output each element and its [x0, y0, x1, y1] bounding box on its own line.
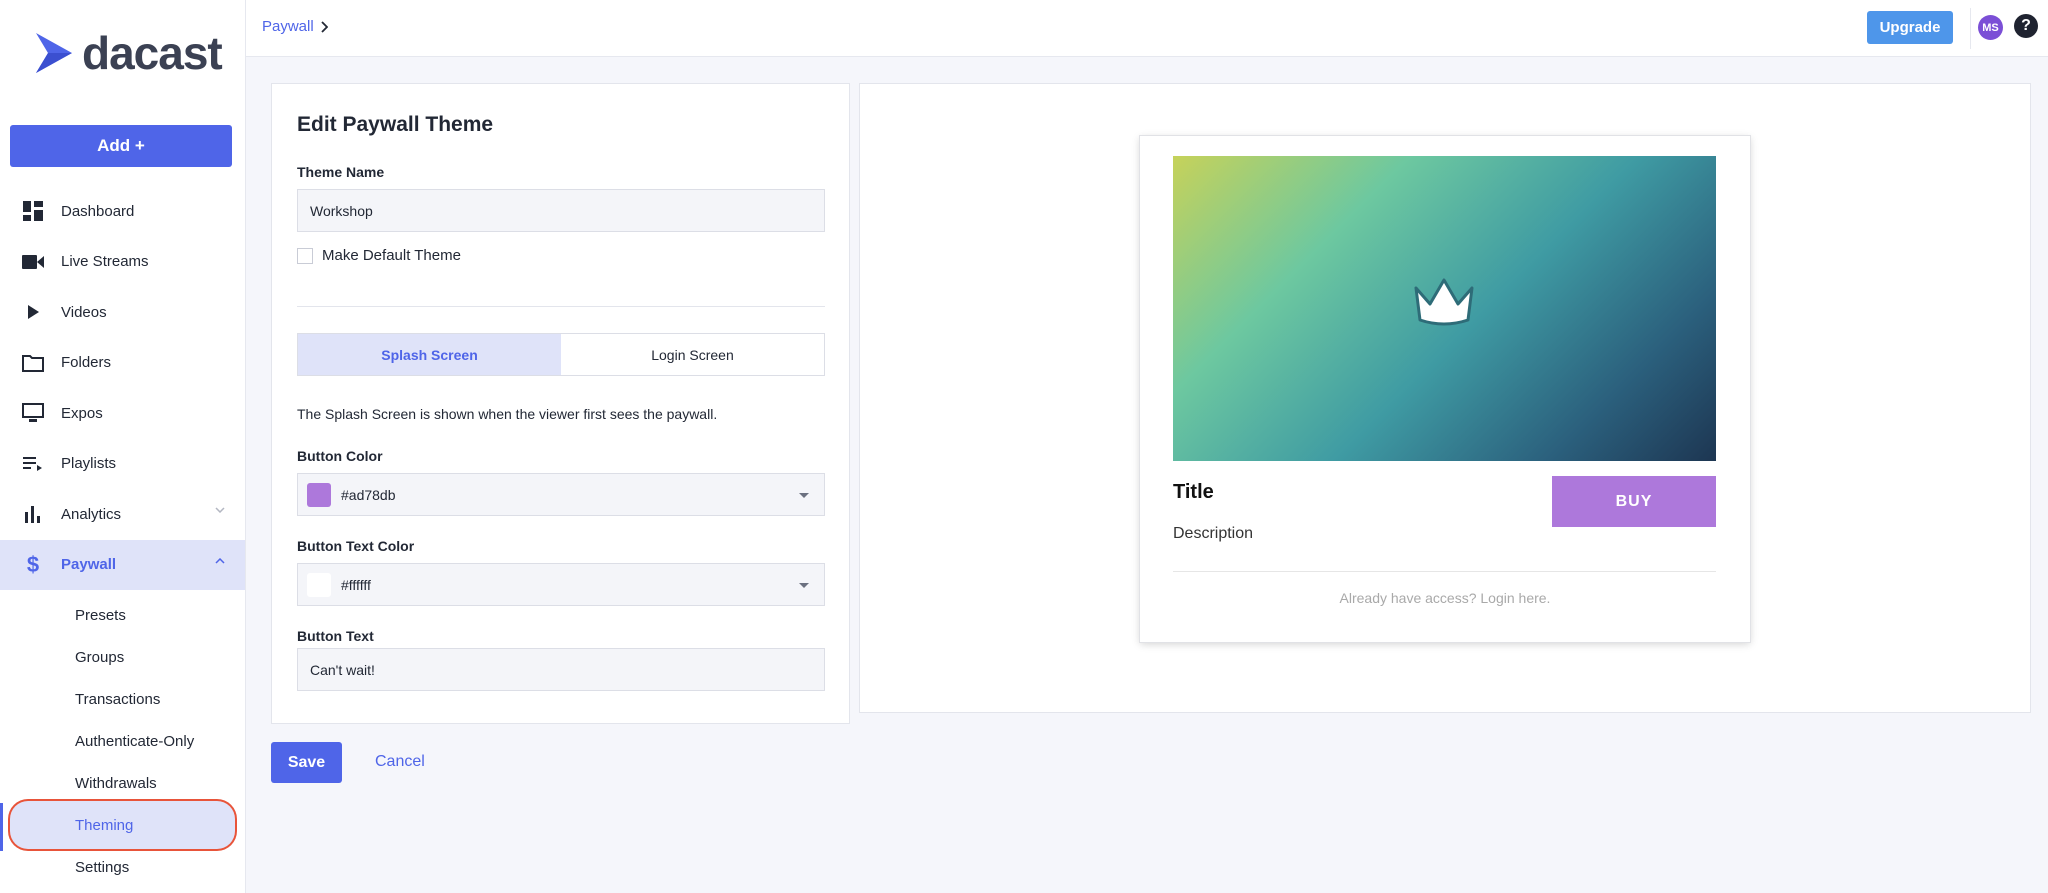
chevron-down-icon — [215, 507, 225, 513]
play-icon — [22, 301, 44, 323]
help-icon[interactable]: ? — [2014, 14, 2038, 38]
chevron-right-icon — [321, 20, 328, 33]
button-text-input[interactable]: Can't wait! — [297, 648, 825, 691]
sidebar-subitem-withdrawals[interactable]: Withdrawals — [0, 762, 245, 804]
divider — [297, 306, 825, 307]
dacast-logo-mark-icon — [36, 33, 72, 73]
sidebar-subitem-theming[interactable]: Theming — [10, 801, 235, 849]
brand-name: dacast — [82, 27, 223, 79]
active-indicator — [0, 803, 3, 851]
login-link[interactable]: Already have access? Login here. — [1140, 590, 1750, 606]
theme-name-label: Theme Name — [297, 164, 385, 180]
sidebar-item-paywall[interactable]: $ Paywall — [0, 539, 245, 590]
monitor-icon — [22, 402, 44, 424]
breadcrumb[interactable]: Paywall — [262, 18, 328, 35]
default-theme-row[interactable]: Make Default Theme — [297, 247, 461, 264]
divider — [1173, 571, 1716, 572]
sidebar-item-analytics[interactable]: Analytics — [0, 489, 245, 540]
tab-login-screen[interactable]: Login Screen — [561, 334, 824, 375]
button-text-color-value: #ffffff — [341, 576, 371, 593]
chevron-up-icon — [215, 557, 225, 564]
sidebar-item-expos[interactable]: Expos — [0, 388, 245, 439]
sidebar-item-label: Playlists — [61, 455, 117, 473]
dashboard-icon — [22, 200, 44, 222]
button-color-select[interactable]: #ad78db — [297, 473, 825, 516]
sidebar-item-label: Folders — [61, 354, 112, 372]
sidebar-nav: Dashboard Live Streams Videos Folders Ex… — [0, 186, 245, 590]
button-color-value: #ad78db — [341, 486, 396, 503]
sidebar-item-dashboard[interactable]: Dashboard — [0, 186, 245, 237]
paywall-preview-card: Title Description BUY Already have acces… — [1140, 136, 1750, 642]
sidebar-subitem-groups[interactable]: Groups — [0, 636, 245, 678]
sidebar-item-label: Paywall — [61, 556, 117, 574]
paywall-submenu: Presets Groups Transactions Authenticate… — [0, 594, 245, 888]
sidebar-subitem-authenticate-only[interactable]: Authenticate-Only — [0, 720, 245, 762]
sidebar-item-videos[interactable]: Videos — [0, 287, 245, 338]
sidebar-item-label: Live Streams — [61, 253, 149, 271]
caret-down-icon — [799, 583, 809, 588]
screen-tabs: Splash Screen Login Screen — [297, 333, 825, 376]
sidebar-item-label: Videos — [61, 303, 107, 321]
video-camera-icon — [22, 251, 44, 273]
theme-name-input[interactable]: Workshop — [297, 189, 825, 232]
add-button[interactable]: Add + — [10, 125, 232, 167]
sidebar-subitem-settings[interactable]: Settings — [0, 846, 245, 888]
color-swatch — [307, 572, 331, 597]
sidebar-item-label: Analytics — [61, 505, 122, 523]
playlist-icon — [22, 453, 44, 475]
button-color-label: Button Color — [297, 448, 383, 464]
edit-theme-panel: Edit Paywall Theme Theme Name Workshop M… — [271, 83, 850, 724]
divider — [1970, 8, 1971, 49]
crown-icon — [1414, 278, 1474, 326]
save-button[interactable]: Save — [271, 742, 342, 783]
default-theme-label: Make Default Theme — [322, 247, 461, 264]
sidebar-subitem-transactions[interactable]: Transactions — [0, 678, 245, 720]
preview-description: Description — [1173, 525, 1254, 542]
sidebar-item-live-streams[interactable]: Live Streams — [0, 237, 245, 288]
preview-title: Title — [1173, 481, 1214, 503]
caret-down-icon — [799, 493, 809, 498]
sidebar-item-playlists[interactable]: Playlists — [0, 439, 245, 490]
splash-description: The Splash Screen is shown when the view… — [297, 406, 718, 422]
buy-button[interactable]: BUY — [1552, 476, 1716, 527]
bar-chart-icon — [22, 503, 44, 525]
dacast-logo[interactable]: dacast — [34, 27, 223, 79]
breadcrumb-paywall[interactable]: Paywall — [262, 18, 314, 35]
button-text-label: Button Text — [297, 628, 374, 644]
folder-icon — [22, 352, 44, 374]
sidebar: dacast Add + Dashboard Live Streams Vide… — [0, 0, 246, 893]
theme-preview-panel: Title Description BUY Already have acces… — [859, 83, 2031, 713]
button-text-color-label: Button Text Color — [297, 538, 415, 554]
avatar[interactable]: MS — [1978, 15, 2003, 40]
topbar: Paywall Upgrade MS ? — [246, 0, 2048, 57]
color-swatch — [307, 482, 331, 507]
cancel-button[interactable]: Cancel — [375, 753, 425, 771]
default-theme-checkbox[interactable] — [297, 247, 313, 264]
sidebar-item-folders[interactable]: Folders — [0, 338, 245, 389]
button-text-color-select[interactable]: #ffffff — [297, 563, 825, 606]
splash-image — [1173, 156, 1716, 461]
page-title: Edit Paywall Theme — [297, 113, 494, 136]
sidebar-subitem-presets[interactable]: Presets — [0, 594, 245, 636]
sidebar-item-label: Expos — [61, 404, 103, 422]
sidebar-item-label: Dashboard — [61, 202, 135, 220]
tab-splash-screen[interactable]: Splash Screen — [298, 334, 561, 375]
upgrade-button[interactable]: Upgrade — [1867, 11, 1953, 44]
dollar-icon: $ — [26, 551, 40, 577]
